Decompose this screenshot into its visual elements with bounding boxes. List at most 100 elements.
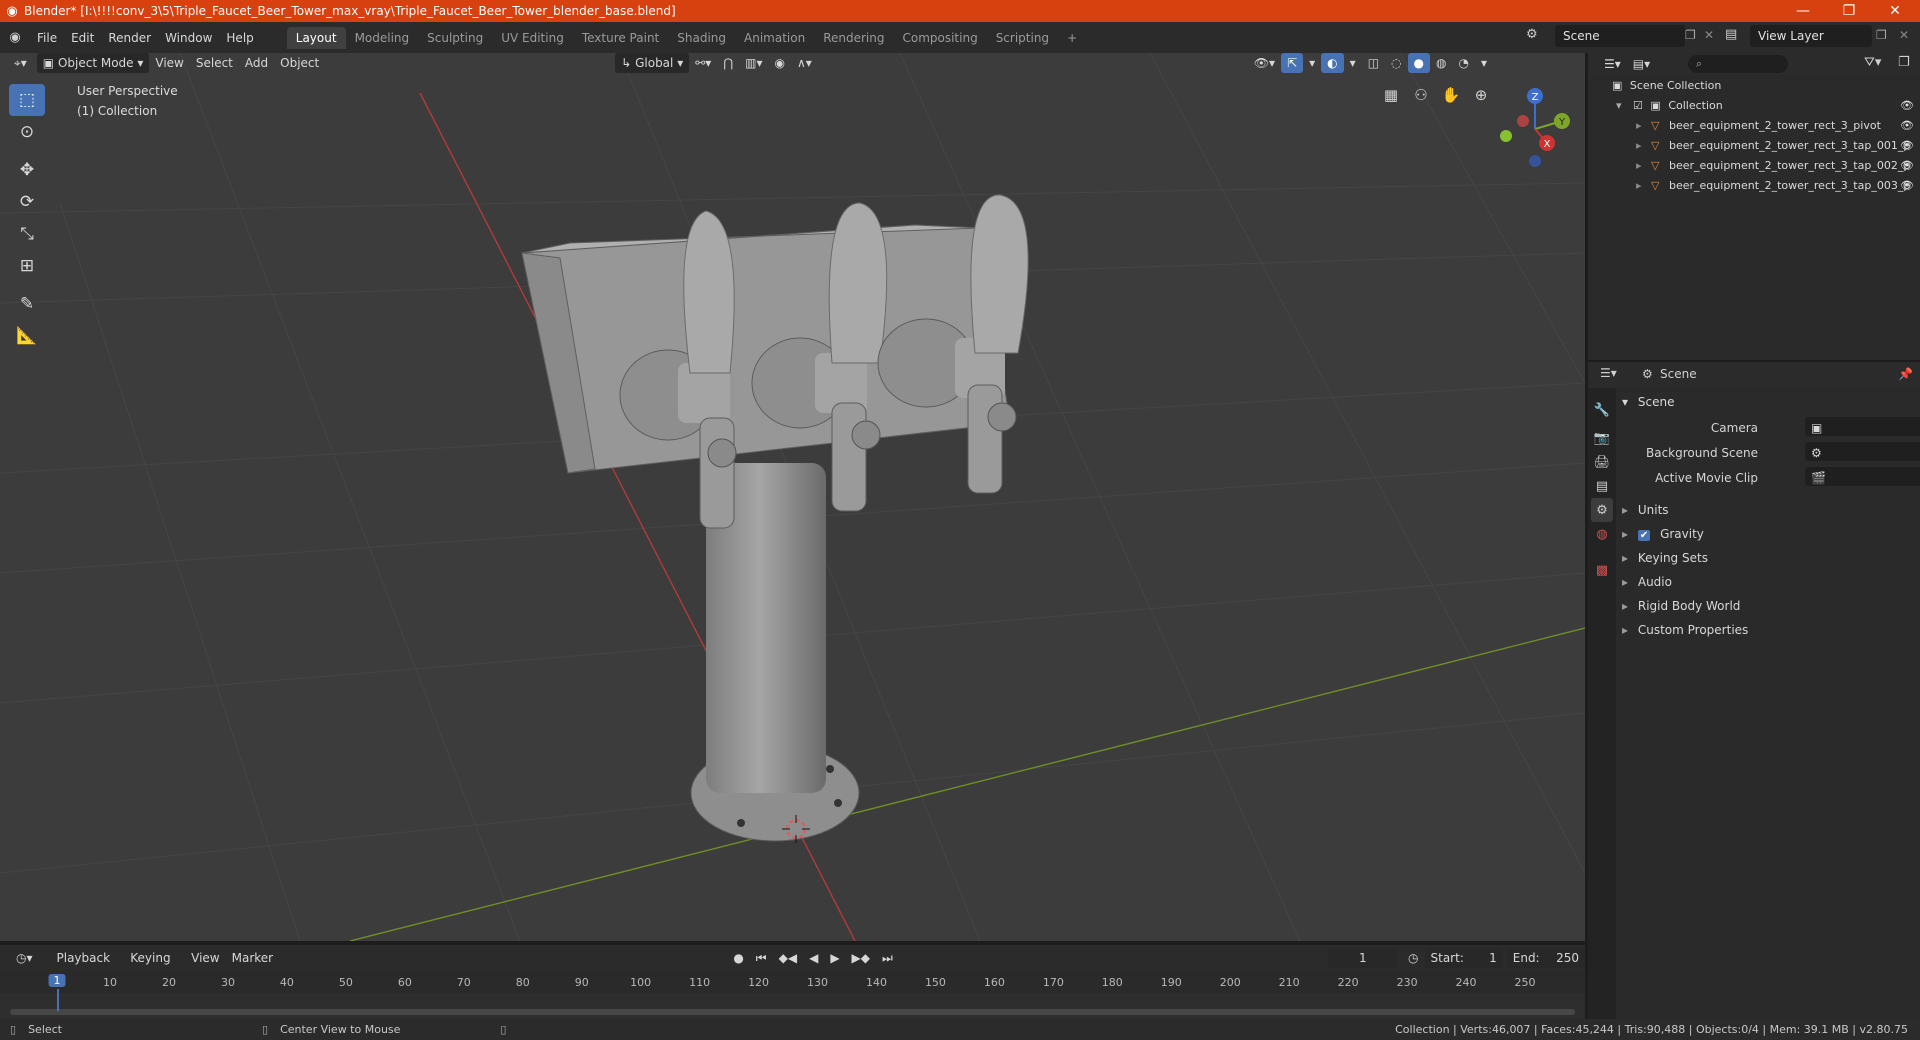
editor-type-icon[interactable]: ⌖▾	[8, 53, 33, 73]
visibility-eye-icon[interactable]: 👁	[1900, 176, 1914, 196]
timeline-editor-type-icon[interactable]: ◷▾	[10, 948, 39, 968]
scene-selector-icon[interactable]: ⚙	[1526, 27, 1538, 42]
shading-dropdown-icon[interactable]: ▾	[1475, 53, 1493, 73]
tab-layout[interactable]: Layout	[286, 26, 346, 49]
xray-toggle-icon[interactable]: ◫	[1362, 53, 1385, 73]
shading-rendered-icon[interactable]: ◔	[1452, 53, 1474, 73]
cursor-tool-icon[interactable]: ⊙	[9, 116, 45, 148]
close-button[interactable]: ✕	[1872, 0, 1918, 22]
axis-gizmo[interactable]: Z Y X	[1490, 81, 1580, 171]
pivot-point-icon[interactable]: ⚯▾	[689, 53, 717, 73]
expand-object-icon[interactable]: ▸	[1636, 139, 1642, 152]
menu-select[interactable]: Select	[190, 53, 239, 73]
view-layer-tab-icon[interactable]: ▤	[1591, 474, 1613, 498]
visibility-eye-icon[interactable]: 👁	[1900, 116, 1914, 136]
tab-texture-paint[interactable]: Texture Paint	[573, 27, 668, 49]
current-frame-field[interactable]: 1	[1327, 948, 1399, 968]
visibility-eye-icon[interactable]: 👁	[1900, 136, 1914, 156]
move-tool-icon[interactable]: ✥	[9, 154, 45, 186]
select-box-tool-icon[interactable]: ⬚	[9, 84, 45, 116]
menu-file[interactable]: File	[30, 27, 64, 49]
timeline-area[interactable]: 1 10 20 30 40 50 60 70 80 90 100 110 120 130 140 150 160…	[0, 971, 1585, 1019]
units-section[interactable]: ▸ Units	[1622, 499, 1916, 521]
background-scene-field[interactable]: ⚙	[1805, 442, 1920, 461]
menu-keying[interactable]: Keying ▾	[124, 948, 185, 985]
shading-wireframe-icon[interactable]: ◌	[1385, 53, 1407, 73]
new-view-layer-icon[interactable]: ❐	[1876, 28, 1887, 42]
snap-target-icon[interactable]: ▥▾	[739, 53, 768, 73]
tool-tab-icon[interactable]: 🔧	[1591, 398, 1613, 422]
menu-help[interactable]: Help	[219, 27, 260, 49]
menu-add[interactable]: Add	[239, 53, 274, 73]
preview-range-icon[interactable]: ◷	[1402, 948, 1424, 968]
overlays-dropdown-icon[interactable]: ▾	[1344, 53, 1362, 73]
camera-view-icon[interactable]: ⚇	[1410, 86, 1432, 104]
expand-object-icon[interactable]: ▸	[1636, 179, 1642, 192]
perspective-grid-icon[interactable]: ▦	[1380, 86, 1402, 104]
measure-tool-icon[interactable]: 📐	[9, 320, 45, 352]
play-reverse-icon[interactable]: ◀	[803, 948, 824, 968]
shading-material-icon[interactable]: ◍	[1430, 53, 1452, 73]
expand-object-icon[interactable]: ▸	[1636, 159, 1642, 172]
collection-checkbox-icon[interactable]: ☑	[1633, 99, 1643, 112]
outliner-search-input[interactable]: ⌕	[1688, 55, 1788, 73]
expand-object-icon[interactable]: ▸	[1636, 119, 1642, 132]
jump-start-icon[interactable]: ⏮	[750, 948, 773, 968]
outliner-object-row[interactable]: ▸ ▽ beer_equipment_2_tower_rect_3_pivot …	[1588, 116, 1920, 136]
active-movie-clip-field[interactable]: 🎬	[1805, 467, 1920, 486]
start-frame-field[interactable]: Start: 1	[1424, 948, 1503, 968]
frame-ruler[interactable]: 1 10 20 30 40 50 60 70 80 90 100 110 120 130 140 150 160…	[0, 971, 1585, 993]
shading-solid-icon[interactable]: ●	[1407, 53, 1430, 73]
outliner-object-row[interactable]: ▸ ▽ beer_equipment_2_tower_rect_3_tap_00…	[1588, 136, 1920, 156]
overlays-icon[interactable]: ◐	[1321, 53, 1344, 73]
pan-hand-icon[interactable]: ✋	[1440, 86, 1462, 104]
render-tab-icon[interactable]: 📷	[1591, 426, 1613, 450]
next-keyframe-icon[interactable]: ▶◆	[846, 948, 876, 968]
outliner-editor-type-icon[interactable]: ☰▾	[1598, 54, 1627, 74]
gizmo-toggle-icon[interactable]: ⇱	[1281, 53, 1304, 73]
menu-edit[interactable]: Edit	[64, 27, 101, 49]
3d-viewport[interactable]: User Perspective (1) Collection ▦ ⚇ ✋ ⊕ …	[0, 53, 1585, 941]
keying-sets-section[interactable]: ▸ Keying Sets	[1622, 547, 1916, 569]
camera-field[interactable]: ▣	[1805, 417, 1920, 436]
view-layer-field[interactable]: View Layer	[1750, 25, 1872, 47]
jump-end-icon[interactable]: ⏭	[876, 948, 899, 968]
new-scene-icon[interactable]: ❐	[1685, 28, 1696, 42]
zoom-icon[interactable]: ⊕	[1470, 86, 1492, 104]
object-mode-dropdown[interactable]: ▣ Object Mode ▾	[36, 53, 150, 73]
tab-compositing[interactable]: Compositing	[893, 27, 986, 49]
visibility-selectability-icon[interactable]: 👁▾	[1248, 53, 1281, 73]
pin-icon[interactable]: 📌	[1898, 367, 1913, 381]
tab-shading[interactable]: Shading	[668, 27, 735, 49]
prev-keyframe-icon[interactable]: ◆◀	[773, 948, 803, 968]
menu-marker[interactable]: Marker	[226, 948, 279, 968]
menu-window[interactable]: Window	[158, 27, 219, 49]
scene-panel-header[interactable]: ▾ Scene	[1622, 391, 1916, 413]
snap-magnet-icon[interactable]: ⋂	[717, 53, 739, 73]
gravity-checkbox-icon[interactable]: ✔	[1637, 530, 1651, 541]
tab-uv-editing[interactable]: UV Editing	[492, 27, 573, 49]
end-frame-field[interactable]: End: 250	[1506, 948, 1585, 968]
playhead-line[interactable]	[57, 989, 59, 1011]
visibility-eye-icon[interactable]: 👁	[1900, 96, 1914, 116]
menu-playback[interactable]: Playback ▾	[51, 948, 125, 985]
rotate-tool-icon[interactable]: ⟳	[9, 186, 45, 218]
menu-render[interactable]: Render	[101, 27, 158, 49]
custom-properties-section[interactable]: ▸ Custom Properties	[1622, 619, 1916, 641]
view-layer-icon[interactable]: ▤	[1725, 27, 1737, 42]
current-frame-marker[interactable]: 1	[48, 974, 66, 987]
tab-rendering[interactable]: Rendering	[814, 27, 893, 49]
output-tab-icon[interactable]: 🖨	[1591, 450, 1613, 474]
world-tab-icon[interactable]: ◍	[1591, 522, 1613, 546]
tab-sculpting[interactable]: Sculpting	[418, 27, 492, 49]
add-workspace-button[interactable]: +	[1058, 27, 1086, 49]
scene-field[interactable]: Scene	[1555, 25, 1685, 47]
menu-object[interactable]: Object	[274, 53, 325, 73]
menu-view[interactable]: View	[149, 53, 189, 73]
visibility-eye-icon[interactable]: 👁	[1900, 156, 1914, 176]
tab-scripting[interactable]: Scripting	[987, 27, 1058, 49]
blender-menu-icon[interactable]: ◉	[0, 30, 30, 45]
falloff-curve-icon[interactable]: ∧▾	[791, 53, 818, 73]
expand-collection-icon[interactable]: ▾	[1616, 99, 1622, 112]
proportional-edit-icon[interactable]: ◉	[769, 53, 791, 73]
